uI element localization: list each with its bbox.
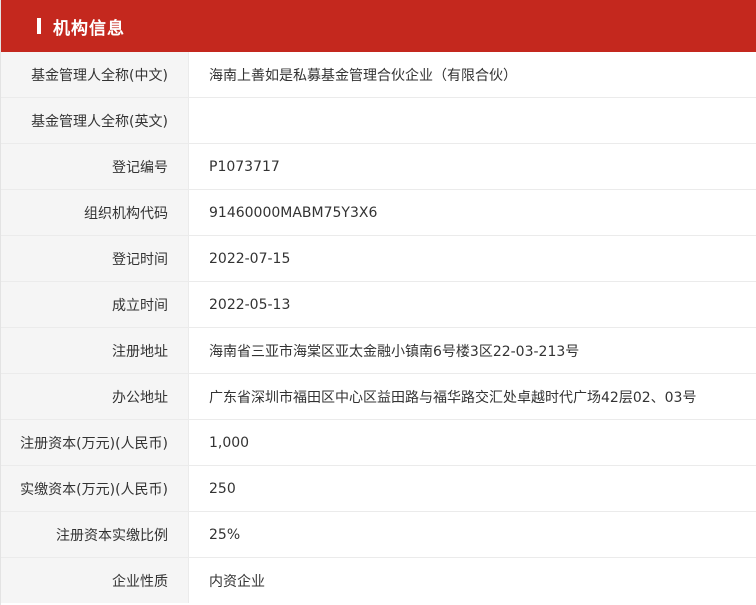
table-row-registered-address: 注册地址 海南省三亚市海棠区亚太金融小镇南6号楼3区22-03-213号 — [1, 328, 756, 374]
table-row-registration-number: 登记编号 P1073717 — [1, 144, 756, 190]
row-label: 办公地址 — [1, 374, 189, 419]
table-row-establishment-date: 成立时间 2022-05-13 — [1, 282, 756, 328]
table-row-name-en: 基金管理人全称(英文) — [1, 98, 756, 144]
row-label: 组织机构代码 — [1, 190, 189, 235]
row-value: 广东省深圳市福田区中心区益田路与福华路交汇处卓越时代广场42层02、03号 — [209, 389, 697, 406]
row-value: 2022-07-15 — [209, 250, 291, 267]
section-title: 机构信息 — [53, 18, 125, 39]
row-value: 91460000MABM75Y3X6 — [209, 204, 378, 221]
row-label: 成立时间 — [1, 282, 189, 327]
row-value — [189, 98, 756, 143]
row-value: 2022-05-13 — [209, 296, 291, 313]
row-label: 基金管理人全称(英文) — [1, 98, 189, 143]
table-row-name-cn: 基金管理人全称(中文) 海南上善如是私募基金管理合伙企业（有限合伙） — [1, 52, 756, 98]
row-value: 1,000 — [209, 434, 250, 451]
header-accent-bar — [37, 18, 41, 34]
table-row-paid-capital: 实缴资本(万元)(人民币) 250 — [1, 466, 756, 512]
table-row-enterprise-type: 企业性质 内资企业 — [1, 558, 756, 603]
row-value: 内资企业 — [209, 573, 265, 590]
row-label: 登记时间 — [1, 236, 189, 281]
institution-info-panel: 机构信息 基金管理人全称(中文) 海南上善如是私募基金管理合伙企业（有限合伙） … — [0, 0, 756, 605]
table-row-registration-date: 登记时间 2022-07-15 — [1, 236, 756, 282]
table-row-paid-ratio: 注册资本实缴比例 25% — [1, 512, 756, 558]
row-value: 250 — [209, 480, 236, 497]
row-value: 25% — [209, 526, 241, 543]
info-table: 基金管理人全称(中文) 海南上善如是私募基金管理合伙企业（有限合伙） 基金管理人… — [1, 52, 756, 603]
row-label: 注册地址 — [1, 328, 189, 373]
row-label: 企业性质 — [1, 558, 189, 603]
row-label: 注册资本(万元)(人民币) — [1, 420, 189, 465]
row-label: 注册资本实缴比例 — [1, 512, 189, 557]
row-value: P1073717 — [209, 158, 280, 175]
table-row-org-code: 组织机构代码 91460000MABM75Y3X6 — [1, 190, 756, 236]
row-label: 基金管理人全称(中文) — [1, 52, 189, 97]
section-header: 机构信息 — [1, 0, 756, 52]
table-row-office-address: 办公地址 广东省深圳市福田区中心区益田路与福华路交汇处卓越时代广场42层02、0… — [1, 374, 756, 420]
row-value: 海南上善如是私募基金管理合伙企业（有限合伙） — [209, 67, 517, 84]
table-row-registered-capital: 注册资本(万元)(人民币) 1,000 — [1, 420, 756, 466]
row-label: 登记编号 — [1, 144, 189, 189]
row-label: 实缴资本(万元)(人民币) — [1, 466, 189, 511]
row-value: 海南省三亚市海棠区亚太金融小镇南6号楼3区22-03-213号 — [209, 343, 580, 360]
